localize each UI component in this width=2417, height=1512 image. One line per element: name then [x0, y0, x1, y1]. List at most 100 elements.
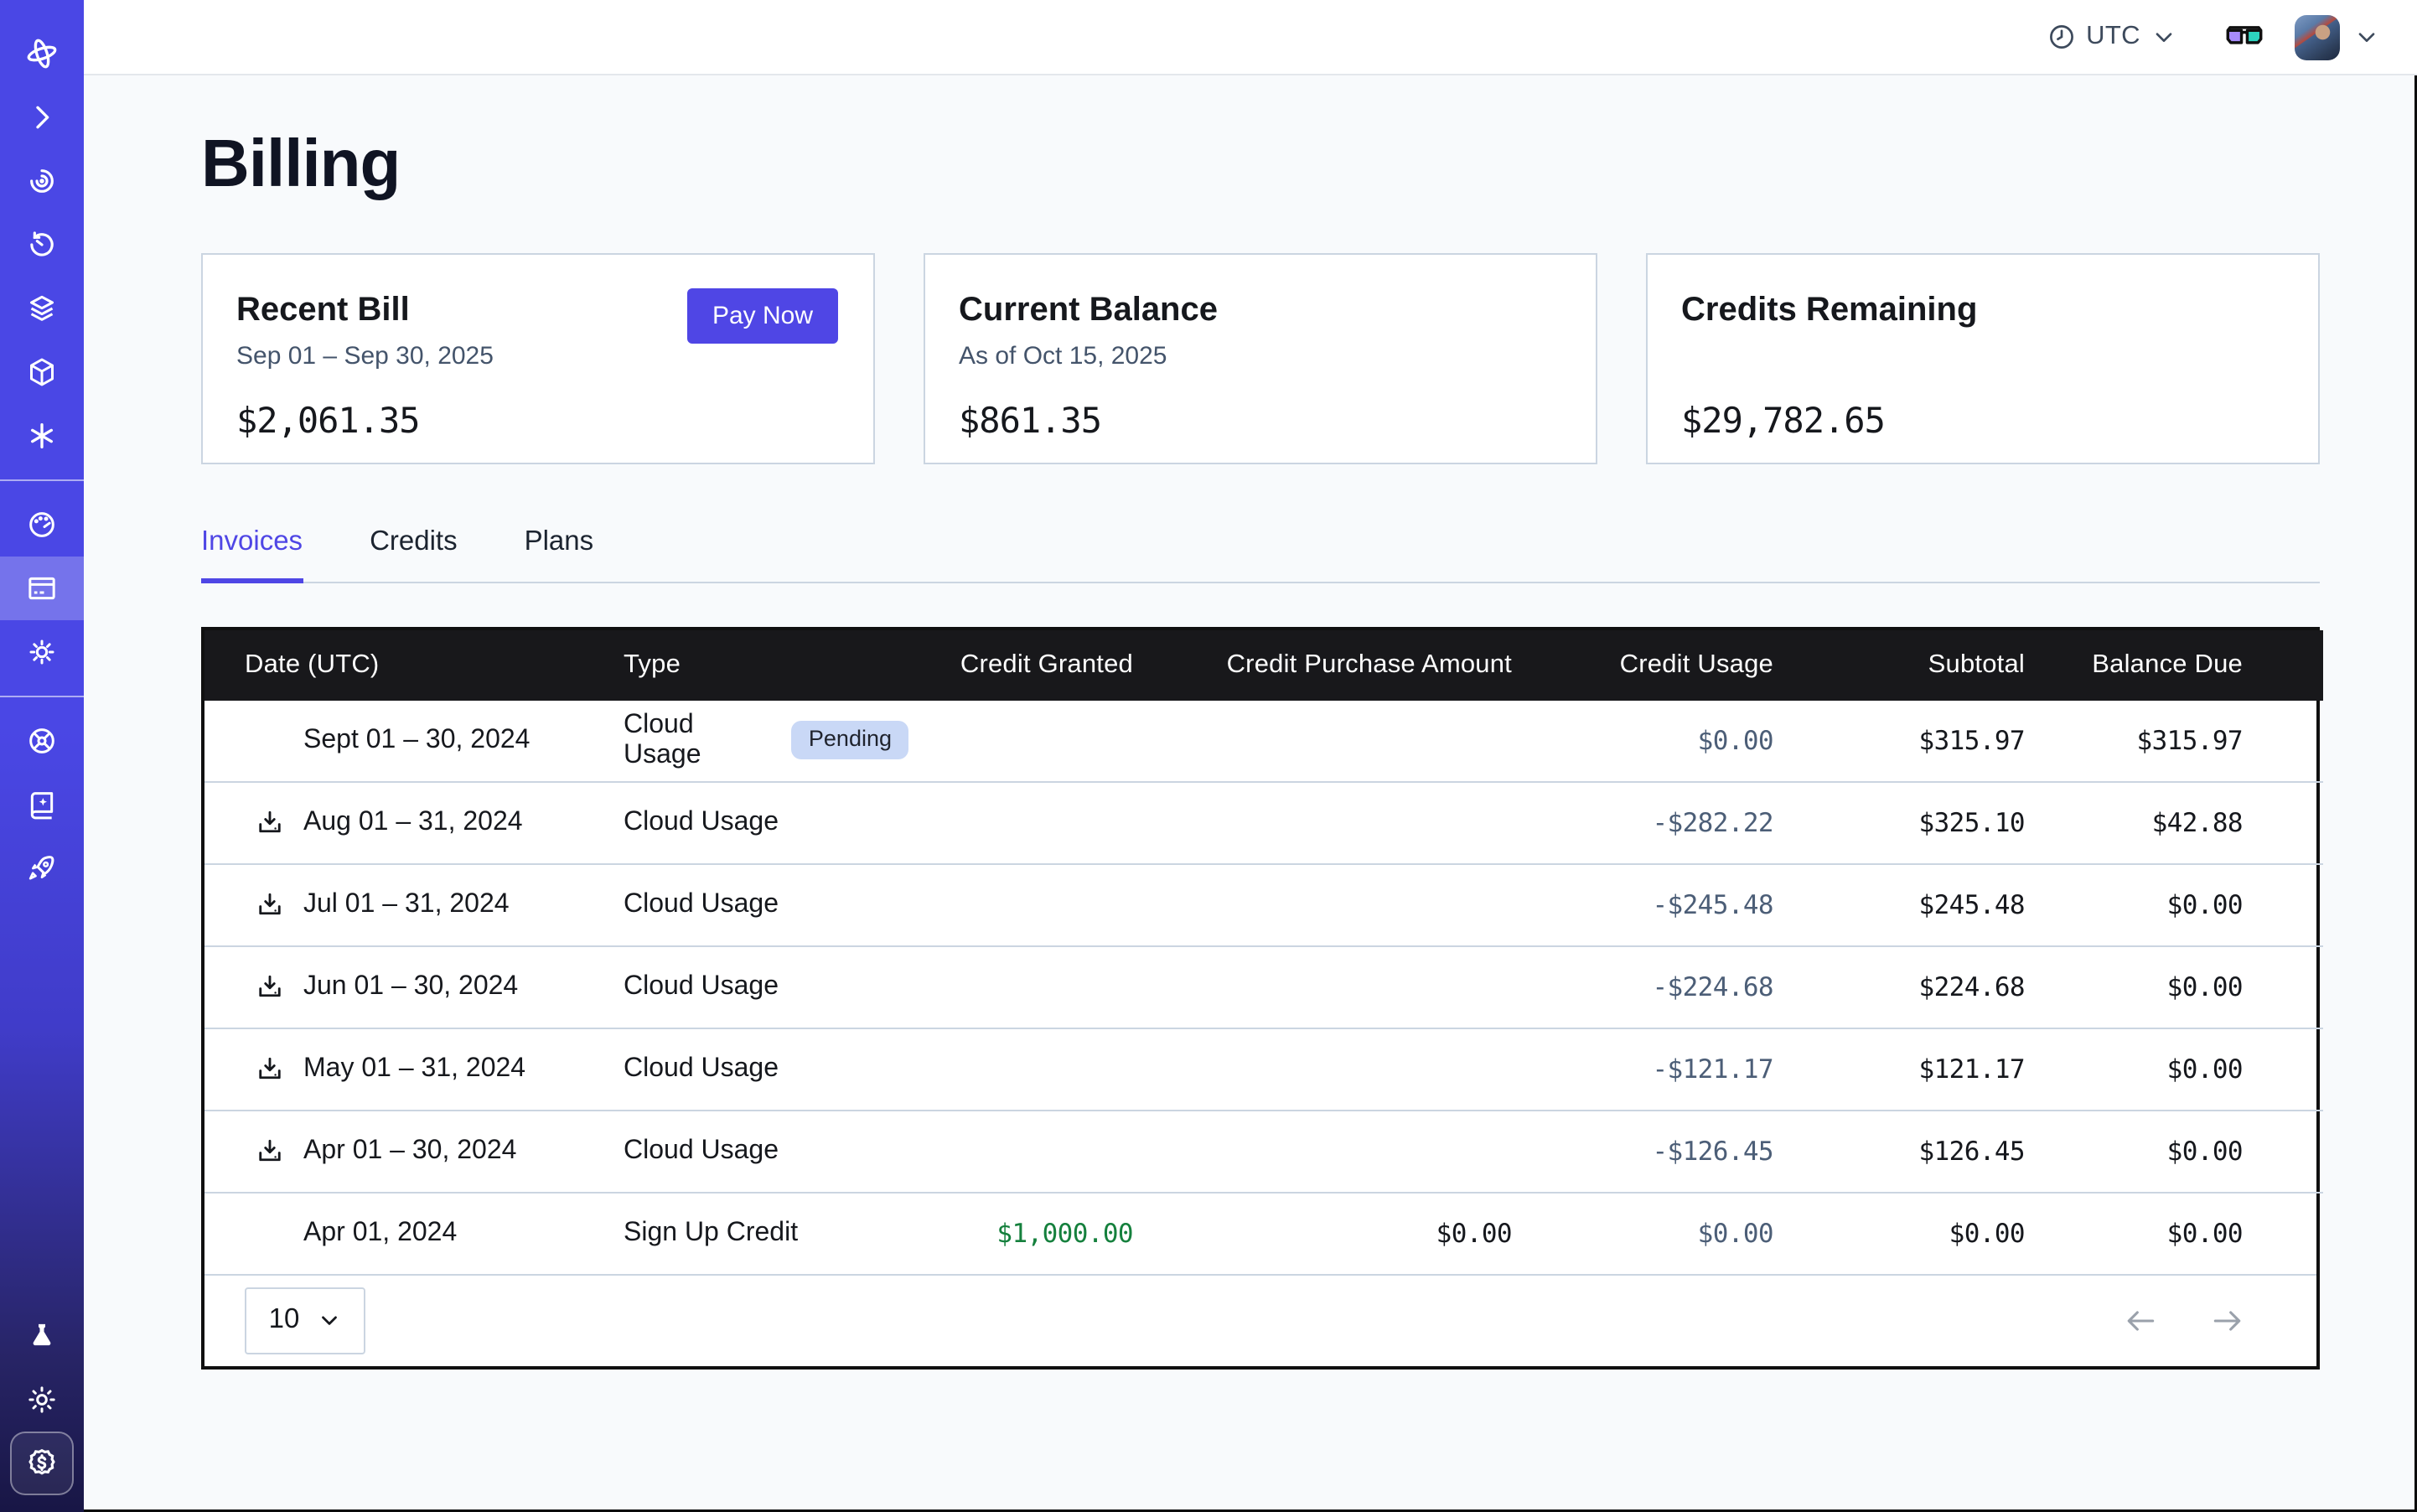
table-row: Apr 01, 2024 Sign Up Credit $1,000.00 $0… — [204, 1192, 2323, 1273]
table-row: Apr 01 – 30, 2024 Cloud Usage -$126.45 $… — [204, 1110, 2323, 1192]
download-spacer — [255, 1218, 285, 1248]
col-credit-granted: Credit Granted — [908, 629, 1173, 700]
sidebar — [0, 0, 84, 1512]
col-subtotal: Subtotal — [1814, 629, 2065, 700]
chevron-down-icon — [316, 1307, 341, 1333]
table-row: Jun 01 – 30, 2024 Cloud Usage -$224.68 $… — [204, 945, 2323, 1028]
layers-icon[interactable] — [0, 277, 84, 340]
chevron-right-icon[interactable] — [0, 85, 84, 149]
cube-icon[interactable] — [0, 340, 84, 404]
current-balance-card: Current Balance As of Oct 15, 2025 $861.… — [924, 253, 1597, 464]
invoice-date: Sept 01 – 30, 2024 — [303, 725, 530, 755]
col-credit-usage: Credit Usage — [1552, 629, 1814, 700]
sun-icon[interactable] — [0, 1368, 84, 1432]
rocket-icon[interactable] — [0, 836, 84, 900]
billing-tabs: Invoices Credits Plans — [201, 526, 2320, 583]
subtotal: $224.68 — [1814, 945, 2065, 1028]
book-sparkle-icon[interactable] — [0, 773, 84, 836]
card-title: Current Balance — [959, 292, 1562, 330]
balance-due: $315.97 — [2065, 700, 2323, 781]
download-spacer — [255, 725, 285, 755]
ship-wheel-icon[interactable] — [0, 709, 84, 773]
balance-as-of: As of Oct 15, 2025 — [959, 342, 1562, 372]
invoice-date: Aug 01 – 31, 2024 — [303, 807, 523, 837]
content: Billing Recent Bill Sep 01 – Sep 30, 202… — [84, 75, 2417, 1512]
balance-due: $0.00 — [2065, 945, 2323, 1028]
credit-granted — [908, 781, 1173, 863]
credit-granted — [908, 1110, 1173, 1192]
table-header-row: Date (UTC) Type Credit Granted Credit Pu… — [204, 629, 2323, 700]
card-title: Credits Remaining — [1681, 292, 2285, 330]
gear-icon[interactable] — [0, 620, 84, 684]
user-avatar[interactable] — [2295, 14, 2340, 60]
credit-purchase — [1173, 1028, 1552, 1110]
invoice-date: Apr 01, 2024 — [303, 1218, 457, 1248]
credit-usage: -$126.45 — [1552, 1110, 1814, 1192]
credit-usage: $0.00 — [1552, 1192, 1814, 1273]
invoice-type: Cloud Usage — [624, 710, 775, 770]
history-timer-icon[interactable] — [0, 213, 84, 277]
dollar-badge-icon[interactable] — [10, 1432, 74, 1495]
download-invoice-button[interactable] — [255, 1054, 285, 1084]
page-size-select[interactable]: 10 — [245, 1287, 365, 1354]
previous-page-button[interactable] — [2122, 1302, 2159, 1339]
col-credit-purchase: Credit Purchase Amount — [1173, 629, 1552, 700]
invoice-date: Apr 01 – 30, 2024 — [303, 1136, 516, 1166]
chevron-down-icon[interactable] — [2353, 23, 2380, 50]
main-area: UTC Billing Recent Bill — [84, 0, 2417, 1512]
balance-due: $0.00 — [2065, 1192, 2323, 1273]
col-balance-due: Balance Due — [2065, 629, 2323, 700]
billing-period: Sep 01 – Sep 30, 2025 — [236, 342, 840, 372]
invoice-type: Sign Up Credit — [624, 1218, 798, 1248]
glasses-icon[interactable] — [2224, 22, 2264, 52]
invoice-type: Cloud Usage — [624, 971, 779, 1002]
balance-due: $42.88 — [2065, 781, 2323, 863]
credit-usage: -$121.17 — [1552, 1028, 1814, 1110]
tab-credits[interactable]: Credits — [370, 526, 458, 583]
credit-purchase — [1173, 863, 1552, 945]
invoice-date: Jul 01 – 31, 2024 — [303, 889, 510, 919]
subtotal: $245.48 — [1814, 863, 2065, 945]
invoice-date: Jun 01 – 30, 2024 — [303, 971, 518, 1002]
flask-icon[interactable] — [0, 1304, 84, 1368]
credits-remaining-card: Credits Remaining $29,782.65 — [1646, 253, 2320, 464]
download-invoice-button[interactable] — [255, 889, 285, 919]
tab-plans[interactable]: Plans — [525, 526, 594, 583]
table-footer: 10 — [204, 1273, 2316, 1365]
tab-invoices[interactable]: Invoices — [201, 526, 303, 583]
invoice-type: Cloud Usage — [624, 889, 779, 919]
spiral-icon[interactable] — [0, 149, 84, 213]
credit-granted — [908, 863, 1173, 945]
download-invoice-button[interactable] — [255, 971, 285, 1002]
summary-cards: Recent Bill Sep 01 – Sep 30, 2025 $2,061… — [201, 253, 2320, 464]
page-size-value: 10 — [269, 1304, 300, 1336]
balance-due: $0.00 — [2065, 1110, 2323, 1192]
logo-orbit-icon[interactable] — [0, 22, 84, 85]
table-row: Sept 01 – 30, 2024 Cloud Usage Pending $0… — [204, 700, 2323, 781]
timezone-selector[interactable]: UTC — [2046, 22, 2177, 52]
next-page-button[interactable] — [2209, 1302, 2246, 1339]
pay-now-button[interactable]: Pay Now — [687, 288, 838, 344]
credit-usage: $0.00 — [1552, 700, 1814, 781]
recent-bill-amount: $2,061.35 — [236, 401, 840, 441]
download-invoice-button[interactable] — [255, 807, 285, 837]
subtotal: $0.00 — [1814, 1192, 2065, 1273]
subtotal: $325.10 — [1814, 781, 2065, 863]
credit-usage: -$245.48 — [1552, 863, 1814, 945]
invoice-type: Cloud Usage — [624, 1136, 779, 1166]
credit-granted — [908, 1028, 1173, 1110]
asterisk-icon[interactable] — [0, 404, 84, 468]
invoices-table: Date (UTC) Type Credit Granted Credit Pu… — [201, 626, 2320, 1369]
recent-bill-card: Recent Bill Sep 01 – Sep 30, 2025 $2,061… — [201, 253, 875, 464]
gauge-icon[interactable] — [0, 493, 84, 557]
page-title: Billing — [201, 126, 2320, 203]
credit-usage: -$224.68 — [1552, 945, 1814, 1028]
sidebar-divider — [0, 696, 84, 697]
download-invoice-button[interactable] — [255, 1136, 285, 1166]
credit-usage: -$282.22 — [1552, 781, 1814, 863]
pending-badge: Pending — [792, 721, 908, 759]
subtotal: $126.45 — [1814, 1110, 2065, 1192]
credits-remaining-amount: $29,782.65 — [1681, 401, 2285, 441]
app-window: UTC Billing Recent Bill — [0, 0, 2417, 1512]
billing-card-icon[interactable] — [0, 557, 84, 620]
